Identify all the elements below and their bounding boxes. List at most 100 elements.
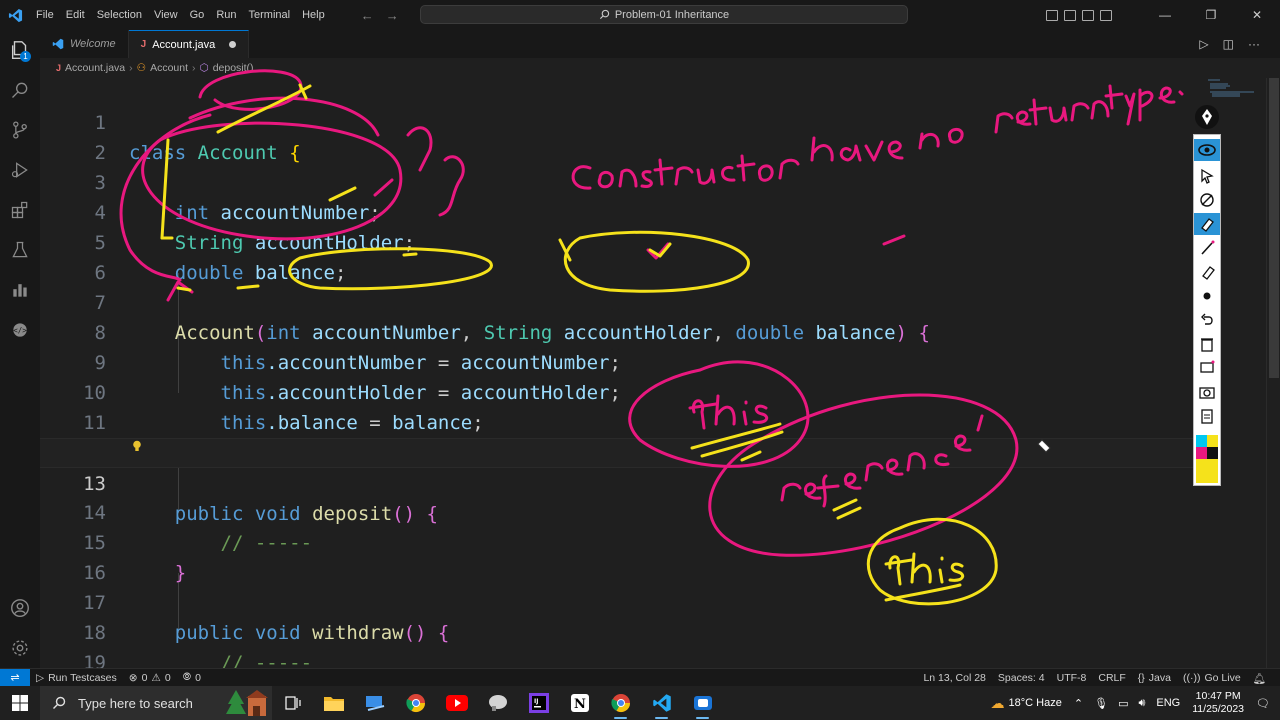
more-actions-icon[interactable]: ··· (1248, 37, 1260, 51)
broadcast-icon: ⦾ (182, 671, 192, 683)
battery-icon[interactable]: ▭ (1118, 697, 1128, 710)
file-explorer-icon[interactable] (313, 686, 354, 720)
explorer-icon[interactable]: 1 (0, 30, 40, 70)
customize-layout-icon[interactable] (1100, 9, 1112, 21)
windows-start-icon[interactable] (0, 686, 40, 720)
code-line-20: 20 (40, 648, 1200, 668)
menu-terminal[interactable]: Terminal (243, 0, 297, 30)
indentation[interactable]: Spaces: 4 (992, 672, 1051, 684)
tab-account-java[interactable]: J Account.java (128, 30, 250, 58)
task-view-icon[interactable] (272, 686, 313, 720)
screen-recorder-icon[interactable] (682, 686, 723, 720)
toggle-sidebar-icon[interactable] (1046, 9, 1058, 21)
color-swatch[interactable] (1196, 459, 1207, 471)
language-indicator[interactable]: ENG (1156, 697, 1180, 709)
color-swatch[interactable] (1196, 471, 1207, 483)
menu-help[interactable]: Help (296, 0, 331, 30)
pen-icon[interactable] (1194, 237, 1220, 259)
split-editor-icon[interactable]: ◫ (1223, 37, 1234, 51)
minimize-button[interactable]: — (1142, 8, 1188, 22)
remote-indicator-icon[interactable]: ⇌ (0, 668, 30, 687)
tab-welcome[interactable]: Welcome (40, 30, 129, 58)
highlighter-icon[interactable] (1194, 213, 1220, 235)
color-swatch[interactable] (1207, 447, 1218, 459)
forward-arrow-icon[interactable]: → (386, 8, 399, 23)
menu-view[interactable]: View (148, 0, 184, 30)
cursor-position[interactable]: Ln 13, Col 28 (917, 672, 991, 684)
dot-size-icon[interactable] (1194, 285, 1220, 307)
notification-center-icon[interactable]: 🗨︎ (1256, 697, 1270, 710)
settings-gear-icon[interactable] (0, 628, 40, 668)
breadcrumb-class[interactable]: Account (150, 62, 188, 74)
back-arrow-icon[interactable]: ← (361, 8, 374, 23)
microphone-icon[interactable]: 🎙︎ (1094, 697, 1108, 710)
eye-icon[interactable] (1194, 139, 1220, 161)
color-swatch[interactable] (1196, 447, 1207, 459)
language-mode[interactable]: {} Java (1132, 672, 1177, 684)
color-palette[interactable] (1196, 435, 1218, 483)
chart-icon[interactable] (0, 270, 40, 310)
restore-button[interactable]: ❐ (1188, 8, 1234, 22)
intellij-icon[interactable]: IJ (518, 686, 559, 720)
chrome-active-icon[interactable] (600, 686, 641, 720)
toggle-secondary-sidebar-icon[interactable] (1082, 9, 1094, 21)
notifications-bell-icon[interactable]: 🔔︎ (1247, 672, 1272, 685)
clipboard-icon[interactable] (1194, 405, 1220, 427)
eraser-icon[interactable] (1194, 261, 1220, 283)
run-debug-icon[interactable] (0, 150, 40, 190)
testing-icon[interactable] (0, 230, 40, 270)
go-live-button[interactable]: ((·)) Go Live (1177, 672, 1247, 684)
menu-file[interactable]: File (30, 0, 60, 30)
extensions-icon[interactable] (0, 190, 40, 230)
menu-edit[interactable]: Edit (60, 0, 91, 30)
lightbulb-icon[interactable] (132, 440, 142, 452)
color-swatch[interactable] (1207, 471, 1218, 483)
menu-go[interactable]: Go (184, 0, 211, 30)
toggle-panel-icon[interactable] (1064, 9, 1076, 21)
color-swatch[interactable] (1207, 435, 1218, 447)
taskbar-search-input[interactable]: Type here to search (40, 686, 272, 720)
color-swatch[interactable] (1196, 435, 1207, 447)
breadcrumb-method[interactable]: deposit() (213, 62, 254, 74)
no-pointer-icon[interactable] (1194, 189, 1220, 211)
problems-indicator[interactable]: ⊗ 0 ⚠ 0 (123, 672, 177, 684)
close-window-button[interactable]: ✕ (1234, 8, 1280, 22)
system-tray: ☁ 18°C Haze ⌃ 🎙︎ ▭ 🔊︎ ENG 10:47 PM 11/25… (985, 686, 1280, 720)
brain-app-icon[interactable] (477, 686, 518, 720)
breadcrumb-file[interactable]: Account.java (65, 62, 125, 74)
color-swatch[interactable] (1207, 459, 1218, 471)
menu-run[interactable]: Run (210, 0, 242, 30)
ports-indicator[interactable]: ⦾ 0 (177, 671, 207, 684)
search-view-icon[interactable] (0, 70, 40, 110)
board-icon[interactable] (1194, 357, 1220, 379)
code-line-15: 15 } (40, 498, 1200, 584)
undo-icon[interactable] (1194, 309, 1220, 331)
scrollbar-thumb[interactable] (1269, 78, 1279, 378)
vscode-taskbar-icon[interactable] (641, 686, 682, 720)
chevron-up-icon[interactable]: ⌃ (1074, 697, 1083, 710)
account-icon[interactable] (0, 588, 40, 628)
clock[interactable]: 10:47 PM 11/25/2023 (1192, 690, 1244, 716)
weather-widget[interactable]: ☁ 18°C Haze (985, 695, 1068, 712)
run-testcases-button[interactable]: ▷ Run Testcases (30, 672, 123, 684)
menu-selection[interactable]: Selection (91, 0, 148, 30)
unsaved-dot-icon[interactable] (229, 41, 237, 48)
speaker-icon[interactable]: 🔊︎ (1138, 697, 1145, 710)
code-editor[interactable]: 1 class Account { 2 3 int accountNumber;… (40, 78, 1200, 704)
trash-icon[interactable] (1194, 333, 1220, 355)
end-of-line[interactable]: CRLF (1092, 672, 1131, 684)
source-control-icon[interactable] (0, 110, 40, 150)
encoding[interactable]: UTF-8 (1051, 672, 1093, 684)
camera-icon[interactable] (1194, 381, 1220, 403)
pen-nib-icon[interactable] (1193, 100, 1221, 134)
youtube-icon[interactable] (436, 686, 477, 720)
notion-icon[interactable]: N (559, 686, 600, 720)
pointer-icon[interactable] (1194, 165, 1220, 187)
command-center[interactable]: Problem-01 Inheritance (420, 5, 908, 24)
error-count: 0 (141, 671, 148, 684)
live-share-icon[interactable]: </> (0, 310, 40, 350)
editor-scrollbar[interactable] (1266, 78, 1280, 668)
chrome-icon[interactable] (395, 686, 436, 720)
remote-desktop-icon[interactable] (354, 686, 395, 720)
run-icon[interactable]: ▷ (1199, 37, 1208, 51)
